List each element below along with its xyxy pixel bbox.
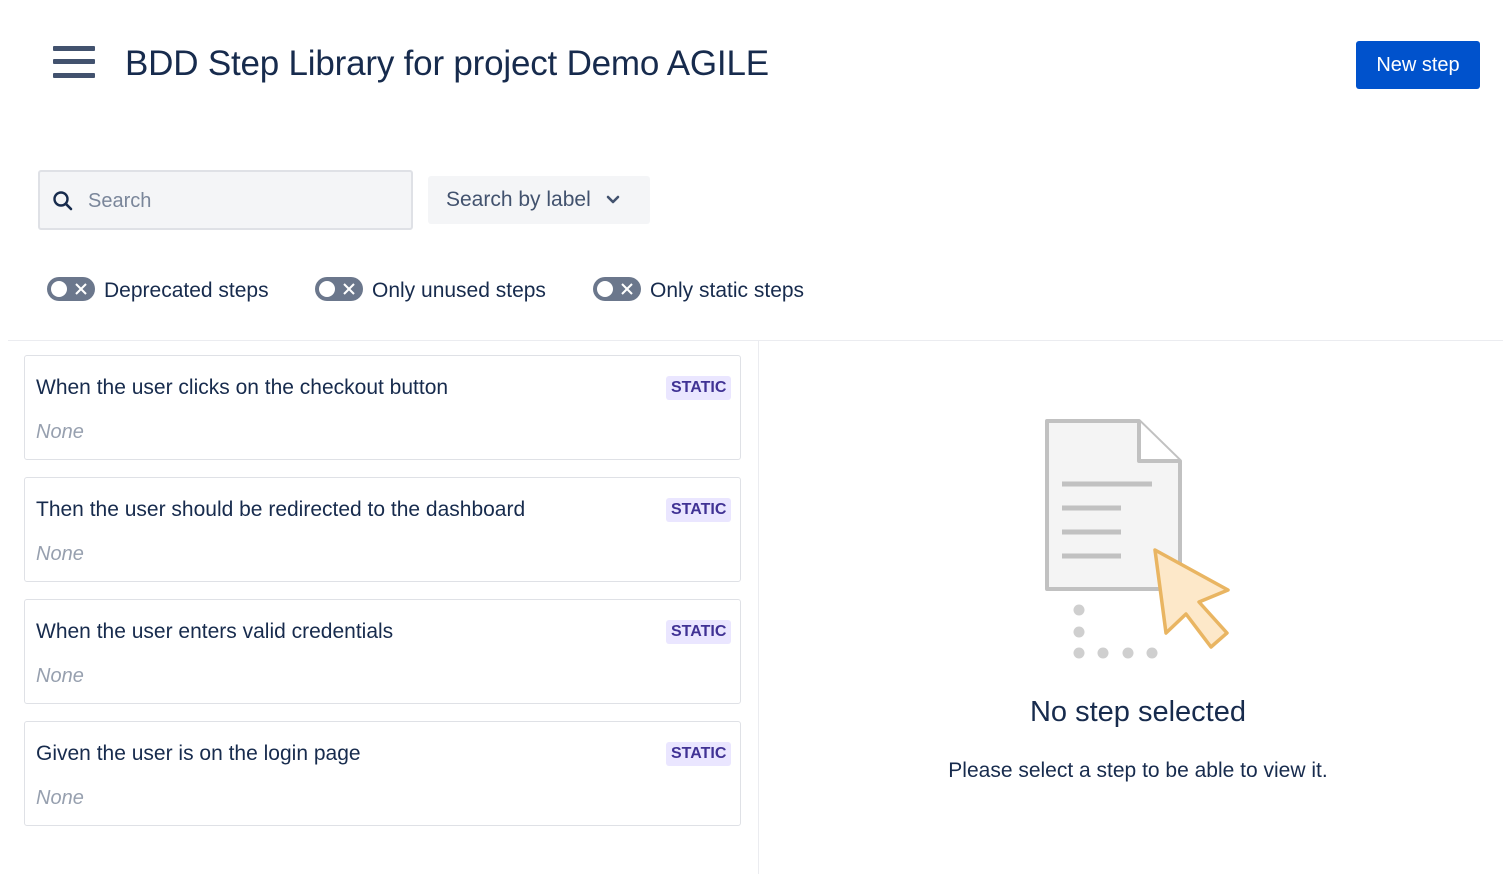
toggle-only-unused-steps[interactable]: Only unused steps — [315, 277, 565, 305]
toggle-label: Only unused steps — [372, 279, 546, 302]
close-icon — [343, 283, 355, 295]
static-badge: STATIC — [666, 376, 732, 400]
new-step-button[interactable]: New step — [1356, 41, 1480, 89]
step-list-item[interactable]: Then the user should be redirected to th… — [24, 477, 741, 582]
step-description: None — [36, 421, 84, 443]
toggle-switch[interactable] — [315, 277, 363, 301]
panel-divider — [758, 341, 759, 874]
search-field — [38, 170, 413, 230]
static-badge: STATIC — [666, 620, 732, 644]
divider — [8, 340, 1503, 341]
hamburger-menu-icon[interactable] — [53, 46, 95, 78]
toggle-switch[interactable] — [47, 277, 95, 301]
empty-state-message: Please select a step to be able to view … — [948, 759, 1328, 782]
document-pointer-icon — [1045, 419, 1230, 659]
static-badge: STATIC — [666, 498, 732, 522]
step-description: None — [36, 665, 84, 687]
chevron-down-icon — [606, 195, 620, 204]
search-by-label-dropdown[interactable]: Search by label — [428, 176, 650, 224]
empty-state-title: No step selected — [1029, 696, 1246, 728]
label-dropdown-text: Search by label — [446, 188, 591, 211]
toggle-label: Only static steps — [650, 279, 805, 302]
toggle-label: Deprecated steps — [104, 279, 269, 302]
step-title: When the user enters valid credentials — [36, 620, 394, 643]
step-list-item[interactable]: When the user clicks on the checkout but… — [24, 355, 741, 460]
step-list-item[interactable]: Given the user is on the login page STAT… — [24, 721, 741, 826]
close-icon — [621, 283, 633, 295]
toggle-deprecated-steps[interactable]: Deprecated steps — [47, 277, 287, 305]
toggle-only-static-steps[interactable]: Only static steps — [593, 277, 833, 305]
static-badge: STATIC — [666, 742, 732, 766]
step-title: Then the user should be redirected to th… — [36, 498, 526, 521]
step-list-item[interactable]: When the user enters valid credentials S… — [24, 599, 741, 704]
step-title: When the user clicks on the checkout but… — [36, 376, 449, 399]
step-title: Given the user is on the login page — [36, 742, 361, 765]
search-input[interactable] — [86, 186, 400, 216]
step-description: None — [36, 543, 84, 565]
close-icon — [75, 283, 87, 295]
search-icon — [53, 191, 73, 211]
step-description: None — [36, 787, 84, 809]
toggle-switch[interactable] — [593, 277, 641, 301]
page-title: BDD Step Library for project Demo AGILE — [125, 44, 769, 83]
